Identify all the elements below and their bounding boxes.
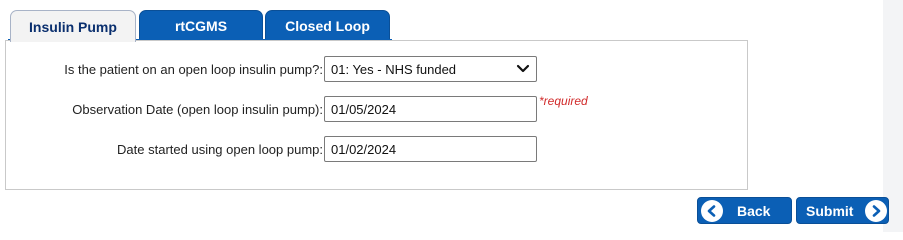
tab-rtcgms[interactable]: rtCGMS (139, 10, 263, 41)
open-loop-select-value: 01: Yes - NHS funded (331, 61, 457, 77)
observation-date-label: Observation Date (open loop insulin pump… (72, 101, 323, 117)
arrow-left-circle-icon (701, 199, 723, 222)
observation-date-value: 01/05/2024 (331, 101, 397, 117)
date-started-row: Date started using open loop pump: 01/02… (6, 136, 747, 162)
arrow-right-circle-icon (865, 199, 888, 222)
date-started-input[interactable]: 01/02/2024 (324, 136, 537, 162)
date-started-value: 01/02/2024 (331, 141, 397, 157)
tab-closed-loop[interactable]: Closed Loop (265, 10, 390, 41)
back-button-label: Back (737, 202, 771, 219)
back-button[interactable]: Back (697, 197, 792, 224)
tab-insulin-pump[interactable]: Insulin Pump (10, 10, 136, 42)
required-note: *required (539, 94, 588, 108)
submit-button-label: Submit (806, 202, 854, 219)
observation-date-row: Observation Date (open loop insulin pump… (6, 94, 747, 122)
chevron-down-icon (516, 64, 530, 73)
date-started-label: Date started using open loop pump: (117, 141, 323, 157)
open-loop-select[interactable]: 01: Yes - NHS funded (324, 56, 537, 82)
observation-date-input[interactable]: 01/05/2024 (324, 96, 537, 122)
open-loop-row: Is the patient on an open loop insulin p… (6, 56, 747, 82)
open-loop-label: Is the patient on an open loop insulin p… (64, 61, 323, 77)
form-panel: Is the patient on an open loop insulin p… (5, 40, 748, 190)
submit-button[interactable]: Submit (796, 197, 889, 224)
